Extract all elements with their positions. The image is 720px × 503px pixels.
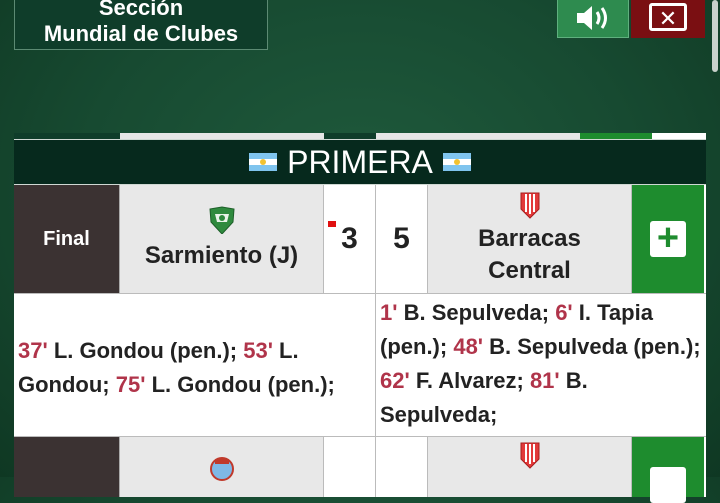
home-score-value: 3 <box>341 222 358 255</box>
away-goals: 1' B. Sepulveda; 6' I. Tapia (pen.); 48'… <box>376 294 706 436</box>
league-title: PRIMERA <box>287 143 433 180</box>
away-score <box>376 437 428 497</box>
match-status <box>14 437 120 497</box>
section-mundial-button[interactable]: Sección Mundial de Clubes <box>14 0 268 50</box>
plus-icon: + <box>650 219 686 257</box>
argentina-flag-icon <box>442 153 471 171</box>
away-score: 5 <box>376 185 428 293</box>
away-team-name-line1: Barracas <box>478 225 581 252</box>
match-row[interactable]: Final Sarmiento (J) 3 5 Barracas Central… <box>14 185 706 294</box>
home-score: 3 <box>324 185 376 293</box>
goal-scorer: B. Sepulveda (pen.); <box>483 334 701 359</box>
home-team[interactable] <box>120 437 324 497</box>
section-label-line1: Sección <box>98 0 184 20</box>
goal-minute: 53' <box>243 338 273 363</box>
goal-minute: 62' <box>380 368 410 393</box>
home-team[interactable]: Sarmiento (J) <box>120 185 324 293</box>
goal-minute: 81' <box>529 368 560 393</box>
match-status: Final <box>14 185 120 293</box>
goal-scorer: L. Gondou (pen.); <box>47 338 244 363</box>
goals-row: 37' L. Gondou (pen.); 53' L. Gondou; 75'… <box>14 294 706 437</box>
home-score <box>324 437 376 497</box>
goal-minute: 37' <box>18 338 48 363</box>
away-team[interactable]: Barracas Central <box>428 185 632 293</box>
expand-match-button[interactable]: + <box>632 185 704 293</box>
barracas-crest-icon <box>520 192 539 219</box>
goal-scorer: L. Gondou (pen.); <box>145 372 335 397</box>
goal-scorer: B. Sepulveda; <box>397 300 556 325</box>
expand-match-button[interactable] <box>632 437 704 503</box>
home-goals: 37' L. Gondou (pen.); 53' L. Gondou; 75'… <box>14 294 376 436</box>
close-icon: ✕ <box>649 3 687 31</box>
goal-minute: 48' <box>453 334 484 359</box>
away-team-name-line2: Central <box>488 257 571 284</box>
plus-icon <box>650 467 686 503</box>
goal-minute: 1' <box>380 300 398 325</box>
sarmiento-crest-icon <box>208 206 235 234</box>
speaker-icon <box>577 6 607 30</box>
goal-minute: 75' <box>115 372 146 397</box>
red-card-icon <box>328 221 336 227</box>
sound-button[interactable] <box>557 0 629 38</box>
away-score-value: 5 <box>393 222 410 255</box>
goal-scorer: F. Alvarez; <box>409 368 530 393</box>
goal-minute: 6' <box>555 300 573 325</box>
away-team[interactable] <box>428 437 632 497</box>
close-button[interactable]: ✕ <box>631 0 705 38</box>
estudiantes-crest-icon <box>520 442 539 469</box>
home-team-name: Sarmiento (J) <box>144 242 299 269</box>
match-row[interactable] <box>14 437 706 503</box>
matches-table: PRIMERA Final Sarmiento (J) 3 5 Barracas… <box>14 133 706 503</box>
table-top-stripe <box>14 133 706 139</box>
arsenal-crest-icon <box>209 457 234 481</box>
scrollbar[interactable] <box>712 0 718 72</box>
argentina-flag-icon <box>249 153 278 171</box>
section-label-line2: Mundial de Clubes <box>43 21 239 46</box>
league-header: PRIMERA <box>14 139 706 185</box>
